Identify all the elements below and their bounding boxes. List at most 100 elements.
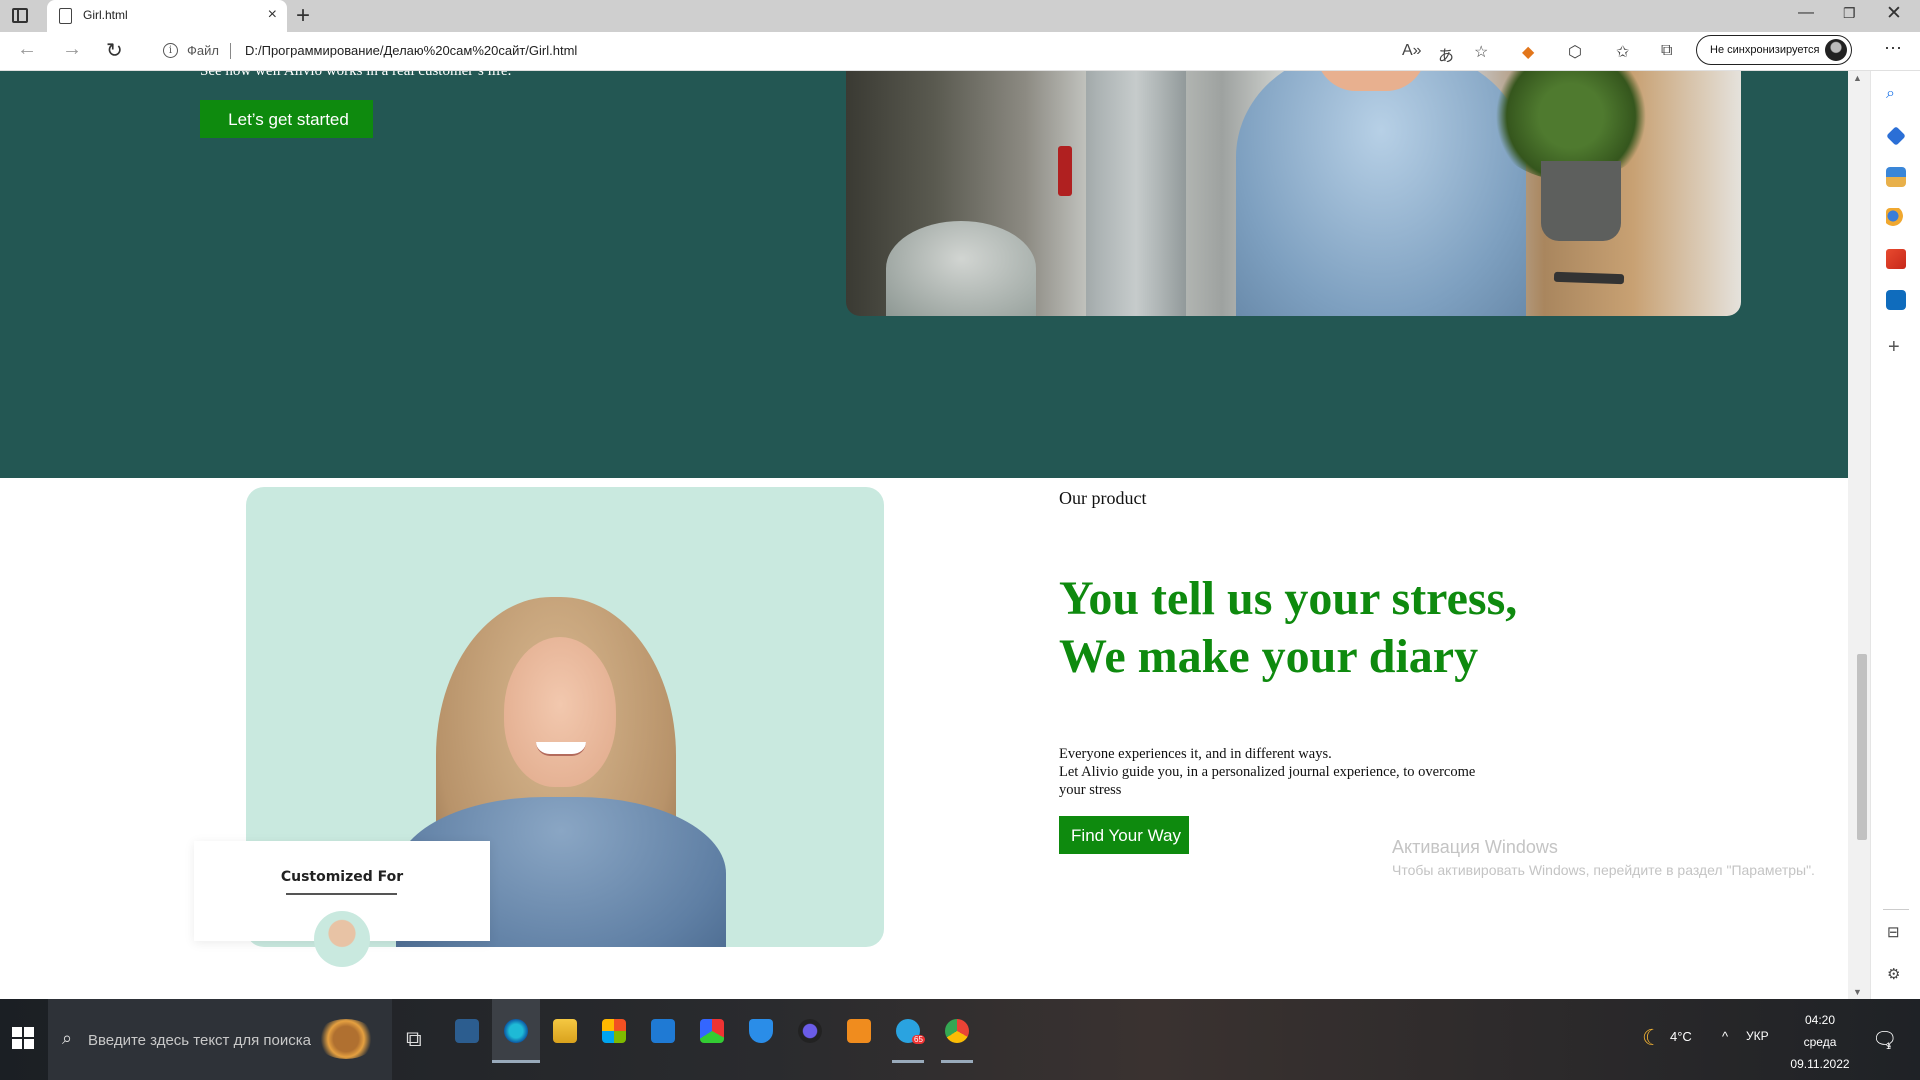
clock-time: 04:20 [1804,1013,1836,1027]
taskbar-app-mail[interactable] [639,999,687,1063]
photo-door [1086,71,1186,316]
taskbar-app-store[interactable] [590,999,638,1063]
search-icon[interactable]: ⌕ [1886,85,1906,105]
profile-sync-button[interactable]: Не синхронизируется [1696,35,1852,65]
close-window-button[interactable]: ✕ [1886,2,1902,25]
forward-icon[interactable]: → [62,38,82,61]
taskbar-app-telegram[interactable]: 65 [884,999,932,1063]
edge-sidebar: ⌕ + ⊟ ⚙ [1870,71,1920,999]
windows-start-icon[interactable] [12,1027,34,1049]
task-view-icon[interactable]: ⧉ [406,1026,422,1052]
page-viewport: See how well Alivio works in a real cust… [0,71,1848,999]
collections-icon[interactable]: ⧉ [1661,42,1672,60]
site-info-icon[interactable]: i [163,43,178,58]
hide-sidebar-icon[interactable]: ⊟ [1887,923,1900,941]
taskbar-app-editor[interactable] [786,999,834,1063]
taskbar-app-chrome[interactable] [933,999,981,1063]
weather-temperature[interactable]: 4°C [1670,1029,1692,1044]
tab-close-icon[interactable]: × [268,6,277,24]
gear-icon[interactable]: ⚙ [1887,965,1900,983]
more-icon[interactable]: ⋯ [1884,38,1902,59]
taskbar-app-edge[interactable] [492,999,540,1063]
minimize-button[interactable]: — [1798,4,1814,22]
hero-section: See how well Alivio works in a real cust… [0,71,1848,478]
taskbar-search[interactable]: ⌕ Введите здесь текст для поиска [48,999,392,1080]
read-aloud-icon[interactable]: A» [1402,42,1422,60]
back-icon[interactable]: ← [17,38,37,61]
clock-date: 09.11.2022 [1790,1057,1850,1071]
new-tab-button[interactable]: + [296,2,310,30]
telegram-badge: 65 [912,1035,925,1044]
photo-planter [886,221,1036,316]
weather-moon-icon[interactable]: ☾ [1642,1025,1662,1051]
headline-line-1: You tell us your stress, [1059,572,1518,625]
extensions-icon[interactable]: ⬡ [1568,42,1582,62]
address-toolbar: ← → ↻ i Файл D:/Программирование/Делаю%2… [0,32,1920,71]
activation-watermark-subtitle: Чтобы активировать Windows, перейдите в … [1392,862,1815,878]
scroll-down-icon[interactable]: ▼ [1853,987,1862,997]
avatar [1825,39,1847,61]
search-placeholder: Введите здесь текст для поиска [88,1032,311,1049]
taskbar-app-sublime[interactable] [835,999,883,1063]
taskbar-app-security[interactable] [737,999,785,1063]
scroll-thumb[interactable] [1857,654,1867,840]
product-headline: You tell us your stress, We make your di… [1059,570,1517,686]
taskbar-app-explorer[interactable] [541,999,589,1063]
clock-weekday: среда [1803,1035,1837,1049]
page-scrollbar[interactable]: ▲ ▼ [1848,71,1870,999]
favorites-icon[interactable]: ✩ [1616,42,1629,62]
photo-phone [1553,271,1625,285]
customized-for-card: Customized For [194,841,490,967]
photo-plant-pot [1541,161,1621,241]
windows-taskbar: ⌕ Введите здесь текст для поиска ⧉ 65 ☾ … [0,999,1920,1080]
sync-status-label: Не синхронизируется [1710,44,1820,56]
tab-strip: Girl.html × + — ❐ ✕ [0,0,1920,32]
description-line-2: Let Alivio guide you, in a personalized … [1059,764,1476,798]
search-highlight-icon [316,1019,376,1059]
metamask-icon[interactable]: ◆ [1522,42,1534,62]
tab-actions-icon[interactable] [12,8,28,23]
translate-icon[interactable]: あ [1438,42,1454,66]
url-separator [230,43,231,59]
outlook-icon[interactable] [1886,290,1906,310]
photo-extinguisher [1058,146,1072,196]
description-line-1: Everyone experiences it, and in differen… [1059,746,1332,762]
title-underline [286,893,397,895]
product-description: Everyone experiences it, and in differen… [1059,745,1479,799]
avatar [314,911,370,967]
search-icon: ⌕ [62,1028,73,1048]
url-text[interactable]: D:/Программирование/Делаю%20сам%20сайт/G… [245,43,577,58]
taskbar-app-paint[interactable] [688,999,736,1063]
tab-title: Girl.html [83,8,128,22]
notification-center-icon[interactable]: 🗨 [1872,1027,1897,1052]
notification-count: 1 [1886,1041,1892,1051]
photo-person [1236,71,1526,316]
section-eyebrow: Our product [1059,488,1147,508]
browser-tab[interactable]: Girl.html × [47,0,287,32]
get-started-button[interactable]: Let’s get started [200,100,373,138]
office-icon[interactable] [1886,249,1906,269]
customized-for-title: Customized For [280,869,404,885]
headline-line-2: We make your diary [1059,630,1479,683]
scroll-up-icon[interactable]: ▲ [1853,73,1862,83]
shopping-tag-icon[interactable] [1886,126,1906,146]
hero-subtitle: See how well Alivio works in a real cust… [200,71,512,79]
refresh-icon[interactable]: ↻ [106,38,123,63]
sidebar-divider [1883,909,1909,910]
games-icon[interactable] [1886,208,1906,228]
restore-button[interactable]: ❐ [1843,5,1856,22]
file-scheme-label: Файл [187,43,219,58]
taskbar-app-stats[interactable] [443,999,491,1063]
system-clock[interactable]: 04:20 среда 09.11.2022 [1780,1009,1860,1075]
customer-photo [846,71,1741,316]
activation-watermark-title: Активация Windows [1392,837,1558,857]
woman-face [504,637,616,787]
tools-icon[interactable] [1886,167,1906,187]
add-sidebar-app-icon[interactable]: + [1888,336,1900,359]
language-indicator[interactable]: УКР [1746,1029,1769,1043]
woman-smile [536,742,586,756]
favorite-add-icon[interactable]: ☆ [1474,42,1488,62]
show-hidden-icons-icon[interactable]: ^ [1722,1029,1728,1044]
find-your-way-button[interactable]: Find Your Way [1059,816,1189,854]
page-icon [59,8,72,24]
